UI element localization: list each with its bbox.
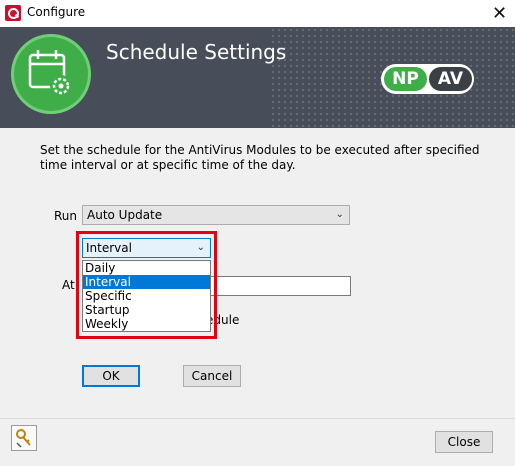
header-banner: Schedule Settings NP AV [0, 27, 515, 128]
window-close-button[interactable]: ✕ [484, 0, 515, 27]
option-interval[interactable]: Interval [83, 275, 210, 289]
at-label: At [62, 278, 75, 292]
schedule-type-options: Daily Interval Specific Startup Weekly [82, 260, 211, 332]
key-icon[interactable] [11, 425, 37, 451]
window-title: Configure [27, 5, 86, 19]
calendar-gear-icon [11, 34, 91, 114]
option-specific[interactable]: Specific [83, 289, 210, 303]
logo-np-text: NP [384, 67, 427, 91]
run-label: Run [54, 209, 78, 223]
chevron-down-icon: ⌄ [335, 209, 344, 220]
schedule-type-select[interactable]: Interval ⌄ [82, 238, 211, 258]
ok-button[interactable]: OK [82, 365, 140, 387]
page-title: Schedule Settings [106, 40, 287, 64]
option-startup[interactable]: Startup [83, 303, 210, 317]
schedule-type-value: Interval [86, 241, 132, 255]
option-daily[interactable]: Daily [83, 261, 210, 275]
app-icon [5, 5, 21, 21]
footer-divider [0, 418, 515, 419]
cancel-button[interactable]: Cancel [183, 365, 241, 387]
run-module-value: Auto Update [87, 208, 163, 222]
logo-av-text: AV [429, 67, 472, 91]
option-weekly[interactable]: Weekly [83, 317, 210, 331]
run-module-select[interactable]: Auto Update ⌄ [82, 205, 350, 225]
close-button[interactable]: Close [435, 431, 493, 453]
at-time-input[interactable] [205, 276, 351, 296]
chevron-down-icon: ⌄ [196, 242, 205, 253]
description-text: Set the schedule for the AntiVirus Modul… [40, 143, 480, 172]
